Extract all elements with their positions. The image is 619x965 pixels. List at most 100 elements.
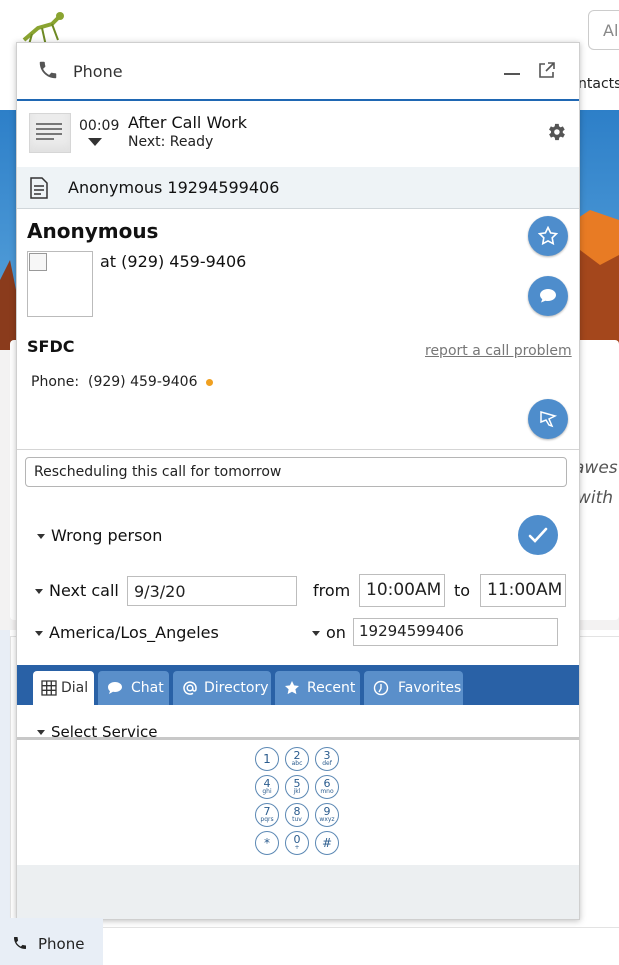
- chat-bubble-icon: [108, 682, 122, 694]
- phone-label: Phone:: [31, 374, 80, 390]
- background-left-strip: [0, 630, 10, 920]
- select-service-dropdown[interactable]: Select Service: [37, 723, 157, 737]
- disposition-dropdown[interactable]: Wrong person: [37, 526, 162, 545]
- dialpad-digit: *: [264, 836, 270, 850]
- grid-icon: [41, 680, 57, 696]
- dialpad-key[interactable]: 5 jkl: [285, 775, 309, 799]
- phone-icon: [14, 937, 26, 949]
- notes-icon[interactable]: [29, 113, 71, 153]
- call-notes-input[interactable]: [25, 457, 567, 487]
- tab-dial-label: Dial: [61, 680, 89, 696]
- disposition-value: Wrong person: [51, 526, 163, 545]
- tab-recent[interactable]: Recent: [275, 671, 360, 705]
- crm-source-label: SFDC: [27, 337, 75, 356]
- softphone-tabs: Dial Chat Directory Recent Favorites: [17, 665, 579, 705]
- contact-avatar: [27, 251, 93, 317]
- tab-directory-label: Directory: [204, 680, 269, 696]
- dialpad-key[interactable]: 2 abc: [285, 747, 309, 771]
- timezone-dropdown[interactable]: America/Los_Angeles: [35, 623, 219, 642]
- dialpad-letters: tuv: [292, 816, 302, 823]
- minimize-button[interactable]: [504, 73, 520, 75]
- chat-button[interactable]: [528, 276, 568, 316]
- callback-number-input[interactable]: 19294599406: [353, 618, 558, 646]
- next-call-label: Next call: [49, 581, 119, 600]
- panel-titlebar: Phone: [17, 43, 579, 101]
- phone-dock-tab[interactable]: Phone: [0, 918, 103, 965]
- softphone-panel: Phone 00:09 After Call Work Next: Ready …: [16, 42, 580, 920]
- on-label: on: [326, 623, 346, 642]
- dialpad-letters: pqrs: [260, 816, 274, 823]
- dialpad-letters: def: [322, 760, 332, 767]
- agent-state: After Call Work: [128, 113, 247, 132]
- select-service-label: Select Service: [51, 723, 158, 737]
- tab-chat-label: Chat: [131, 680, 164, 696]
- contact-name: Anonymous: [27, 219, 159, 243]
- timezone-value: America/Los_Angeles: [49, 623, 219, 642]
- dialpad-key[interactable]: #: [315, 831, 339, 855]
- clock-icon: [373, 680, 389, 696]
- star-outline-icon: [538, 226, 558, 246]
- dialpad: 1 2 abc 3 def 4 ghi 5 jkl 6 mno 7 pqrs 8 tuv 9 wxyz * 0 + #: [255, 747, 345, 865]
- global-search-input[interactable]: All: [588, 10, 619, 50]
- dialpad-key[interactable]: 0 +: [285, 831, 309, 855]
- callback-number-dropdown[interactable]: on: [312, 623, 346, 642]
- flag-button[interactable]: [528, 399, 568, 439]
- phone-icon: [39, 61, 57, 79]
- contact-details: Anonymous at (929) 459-9406 SFDC report …: [17, 209, 579, 449]
- dialpad-letters: jkl: [293, 788, 301, 795]
- tab-favorites[interactable]: Favorites: [364, 671, 463, 705]
- dialpad-letters: mno: [320, 788, 334, 795]
- banner-tree-illustration: [0, 260, 16, 350]
- report-call-problem-link[interactable]: report a call problem: [425, 343, 572, 359]
- flag-icon: [540, 411, 558, 428]
- dialpad-key[interactable]: 7 pqrs: [255, 803, 279, 827]
- tab-directory[interactable]: Directory: [173, 671, 271, 705]
- caret-down-icon: [312, 631, 320, 636]
- agent-status-bar: 00:09 After Call Work Next: Ready: [17, 101, 579, 168]
- favorite-button[interactable]: [528, 216, 568, 256]
- dialpad-digit: #: [321, 836, 333, 850]
- next-state: Next: Ready: [128, 134, 214, 150]
- next-call-dropdown[interactable]: Next call: [35, 581, 119, 600]
- presence-dot: [205, 378, 213, 386]
- broken-image-icon: [29, 253, 47, 271]
- caller-label: Anonymous 19294599406: [68, 178, 280, 197]
- dialpad-digit: 1: [263, 752, 271, 766]
- star-icon: [285, 681, 299, 695]
- contact-phone-row[interactable]: Phone: (929) 459-9406: [31, 374, 213, 390]
- from-time-input[interactable]: 10:00AM: [359, 574, 445, 607]
- phone-value[interactable]: (929) 459-9406: [88, 374, 198, 390]
- separator-bar: [17, 737, 579, 740]
- dialpad-letters: ghi: [262, 788, 272, 795]
- dialpad-letters: +: [294, 844, 300, 851]
- tab-chat[interactable]: Chat: [98, 671, 169, 705]
- dialpad-key[interactable]: 9 wxyz: [315, 803, 339, 827]
- dialpad-letters: abc: [291, 760, 303, 767]
- panel-title: Phone: [73, 62, 123, 81]
- checkmark-icon: [528, 527, 548, 543]
- nav-tab-contacts[interactable]: ntacts: [578, 76, 619, 92]
- dialpad-key[interactable]: 3 def: [315, 747, 339, 771]
- dialpad-key[interactable]: 6 mno: [315, 775, 339, 799]
- background-text-line2: with: [577, 488, 614, 508]
- gear-icon[interactable]: [545, 121, 567, 143]
- to-time-input[interactable]: 11:00AM: [480, 574, 566, 607]
- caret-down-icon: [35, 589, 43, 594]
- status-dropdown-caret[interactable]: [88, 138, 102, 146]
- divider: [17, 449, 579, 450]
- call-timer: 00:09: [79, 118, 120, 134]
- panel-footer: [17, 865, 579, 919]
- background-text-line1: awes: [574, 458, 618, 478]
- dialpad-key[interactable]: 8 tuv: [285, 803, 309, 827]
- dialpad-letters: wxyz: [319, 816, 335, 823]
- phone-dock-label: Phone: [38, 935, 85, 953]
- dialpad-key[interactable]: *: [255, 831, 279, 855]
- tab-dial[interactable]: Dial: [33, 671, 94, 705]
- popout-icon[interactable]: [538, 61, 556, 79]
- tab-favorites-label: Favorites: [398, 680, 462, 696]
- callback-date-input[interactable]: 9/3/20: [127, 576, 297, 606]
- dialpad-key[interactable]: 4 ghi: [255, 775, 279, 799]
- dialpad-key[interactable]: 1: [255, 747, 279, 771]
- tab-recent-label: Recent: [307, 680, 356, 696]
- save-disposition-button[interactable]: [518, 515, 558, 555]
